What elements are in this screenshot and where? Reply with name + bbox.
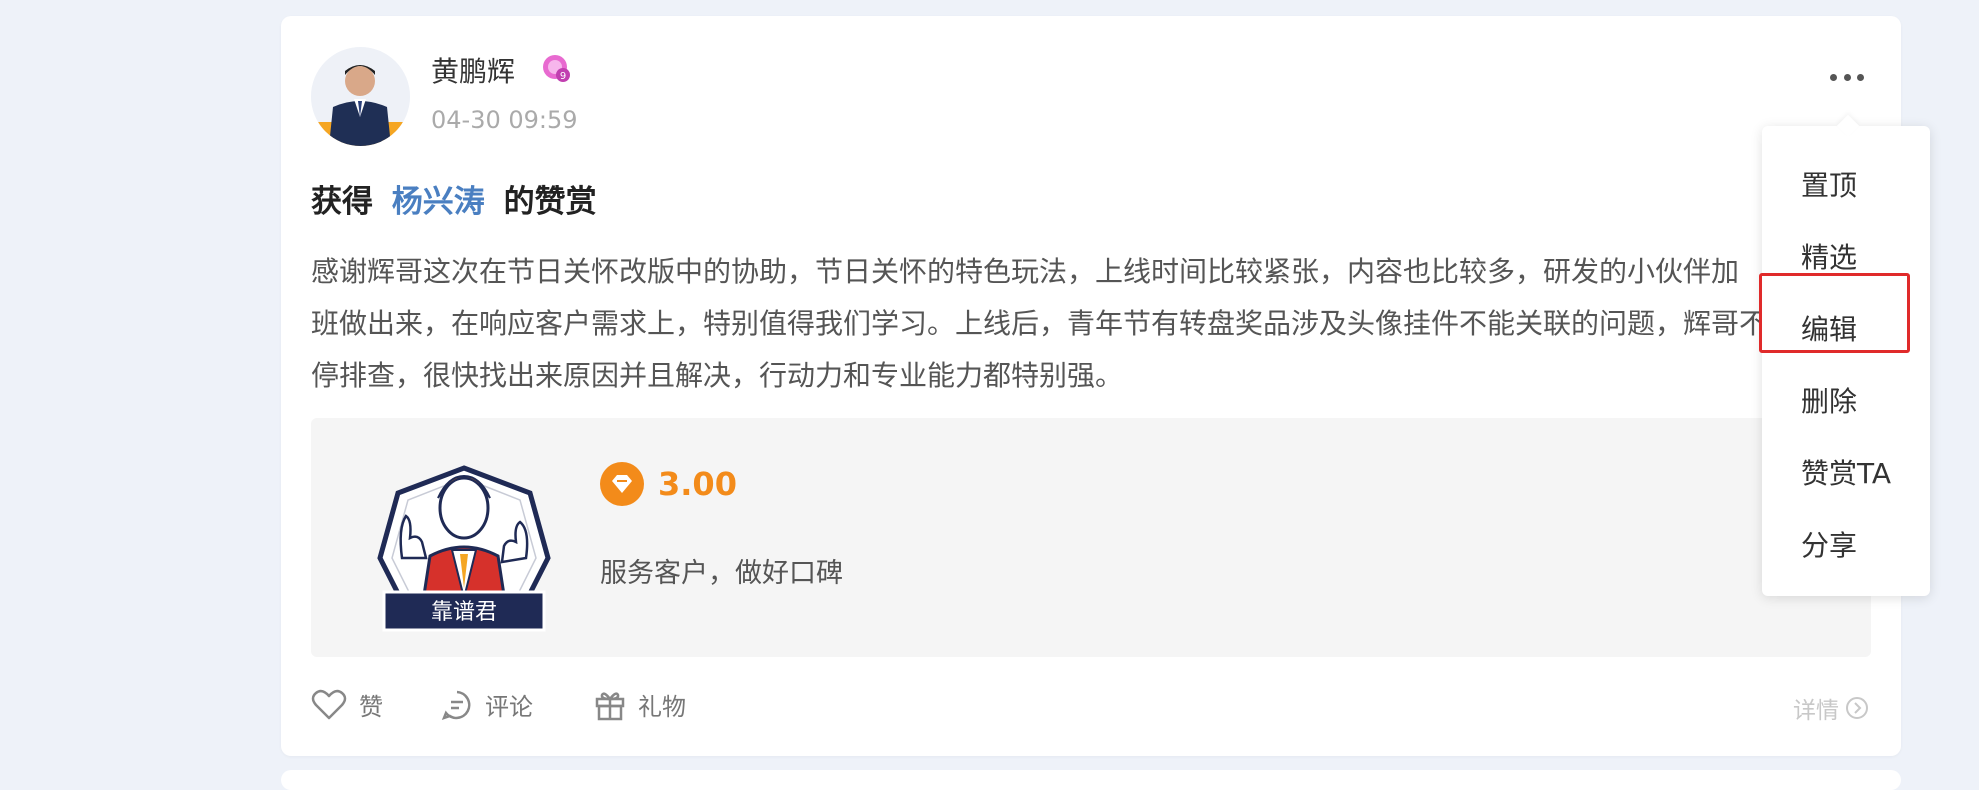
detail-label: 详情: [1793, 698, 1839, 724]
comment-icon: [441, 690, 471, 720]
menu-item-reward[interactable]: 赞赏TA: [1801, 452, 1891, 492]
more-menu: 置顶 精选 编辑 删除 赞赏TA 分享: [1758, 114, 1930, 596]
content-line: 停排查，很快找出来原因并且解决，行动力和专业能力都特别强。: [311, 359, 1124, 392]
like-label: 赞: [359, 693, 383, 721]
post-title: 获得 杨兴涛 的赞赏: [311, 176, 597, 221]
menu-item-share[interactable]: 分享: [1801, 524, 1857, 564]
reward-reason: 服务客户，做好口碑: [600, 558, 843, 589]
gift-label: 礼物: [638, 693, 686, 721]
content-line: 感谢辉哥这次在节日关怀改版中的协助，节日关怀的特色玩法，上线时间比较紧张，内容也…: [311, 255, 1740, 288]
rewarder-link[interactable]: 杨兴涛: [392, 184, 485, 220]
level-badge-icon: 9: [541, 53, 571, 83]
menu-item-featured[interactable]: 精选: [1801, 236, 1857, 276]
menu-item-delete[interactable]: 删除: [1801, 380, 1857, 420]
menu-item-pin[interactable]: 置顶: [1801, 164, 1857, 204]
post-content: 感谢辉哥这次在节日关怀改版中的协助，节日关怀的特色玩法，上线时间比较紧张，内容也…: [311, 246, 1891, 396]
more-button[interactable]: [1830, 66, 1864, 88]
diamond-icon: [600, 462, 644, 506]
author-name[interactable]: 黄鹏辉: [431, 50, 515, 90]
reward-box: 靠谱君 3.00 服务客户，做好口碑: [311, 418, 1871, 657]
chevron-right-circle-icon: [1846, 697, 1868, 719]
comment-label: 评论: [485, 693, 533, 721]
gift-icon: [595, 691, 625, 720]
gift-button[interactable]: 礼物: [594, 687, 686, 722]
title-suffix: 的赞赏: [503, 184, 597, 220]
more-dots-icon: [1830, 73, 1837, 81]
detail-link[interactable]: 详情: [1793, 691, 1869, 725]
like-button[interactable]: 赞: [311, 687, 383, 722]
heart-icon: [311, 689, 347, 719]
comment-button[interactable]: 评论: [441, 687, 533, 722]
author-avatar[interactable]: [311, 47, 410, 146]
next-post-card: [281, 770, 1901, 790]
title-prefix: 获得: [311, 184, 373, 220]
reward-amount: 3.00: [658, 465, 737, 503]
content-line: 班做出来，在响应客户需求上，特别值得我们学习。上线后，青年节有转盘奖品涉及头像挂…: [311, 307, 1768, 340]
svg-text:9: 9: [560, 71, 566, 82]
badge-image: 靠谱君: [377, 465, 551, 632]
post-time: 04-30 09:59: [431, 106, 578, 134]
badge-label: 靠谱君: [431, 600, 497, 625]
menu-item-edit[interactable]: 编辑: [1758, 273, 1911, 353]
